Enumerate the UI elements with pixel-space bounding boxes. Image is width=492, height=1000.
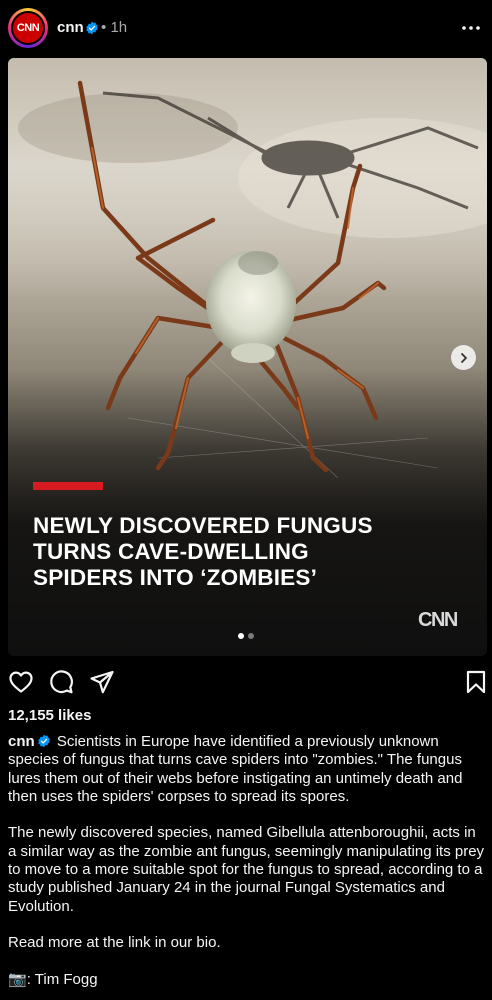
heart-icon[interactable] [7, 668, 35, 696]
post-header: CNN cnn • 1h [0, 0, 492, 58]
post-caption: cnn Scientists in Europe have identified… [8, 733, 486, 1000]
post-time: • 1h [101, 19, 127, 36]
camera-icon: 📷 [8, 970, 27, 988]
caption-paragraph: cnn Scientists in Europe have identified… [8, 733, 486, 806]
verified-badge-icon [37, 734, 50, 748]
avatar-logo-text: CNN [16, 22, 40, 34]
likes-count[interactable]: 12,155 likes [8, 707, 91, 724]
cnn-watermark-logo: CNN [418, 609, 458, 631]
carousel-dot [248, 633, 254, 639]
carousel-next-button[interactable] [451, 345, 476, 370]
post-media[interactable]: NEWLY DISCOVERED FUNGUS TURNS CAVE-DWELL… [8, 58, 487, 656]
share-icon[interactable] [88, 668, 116, 696]
spider-cephalothorax [231, 343, 275, 363]
media-headline: NEWLY DISCOVERED FUNGUS TURNS CAVE-DWELL… [33, 513, 453, 591]
time-ago: 1h [110, 19, 128, 36]
post-actions [0, 668, 492, 696]
caption-text: Scientists in Europe have identified a p… [8, 733, 463, 805]
username-link[interactable]: cnn [57, 19, 84, 36]
headline-accent-bar [33, 482, 103, 490]
headline-line: NEWLY DISCOVERED FUNGUS [33, 513, 373, 538]
headline-line: SPIDERS INTO ‘ZOMBIES’ [33, 565, 318, 590]
carousel-indicator [238, 633, 254, 639]
comment-icon[interactable] [47, 668, 75, 696]
bookmark-icon[interactable] [462, 668, 490, 696]
chevron-right-icon [460, 352, 467, 363]
avatar-story-ring[interactable]: CNN [8, 8, 48, 48]
avatar[interactable]: CNN [11, 11, 45, 45]
caption-paragraph: The newly discovered species, named Gibe… [8, 824, 485, 915]
more-options-icon[interactable] [460, 18, 482, 38]
headline-line: TURNS CAVE-DWELLING [33, 539, 309, 564]
separator-dot: • [101, 19, 107, 36]
photo-credit: 📷: Tim Fogg [8, 971, 486, 989]
web-strands [127, 357, 439, 479]
carousel-dot-active [238, 633, 244, 639]
caption-username-link[interactable]: cnn [8, 733, 35, 750]
photo-credit-name: : Tim Fogg [26, 970, 98, 988]
caption-paragraph: Read more at the link in our bio. [8, 934, 221, 952]
verified-badge-icon [86, 21, 98, 35]
